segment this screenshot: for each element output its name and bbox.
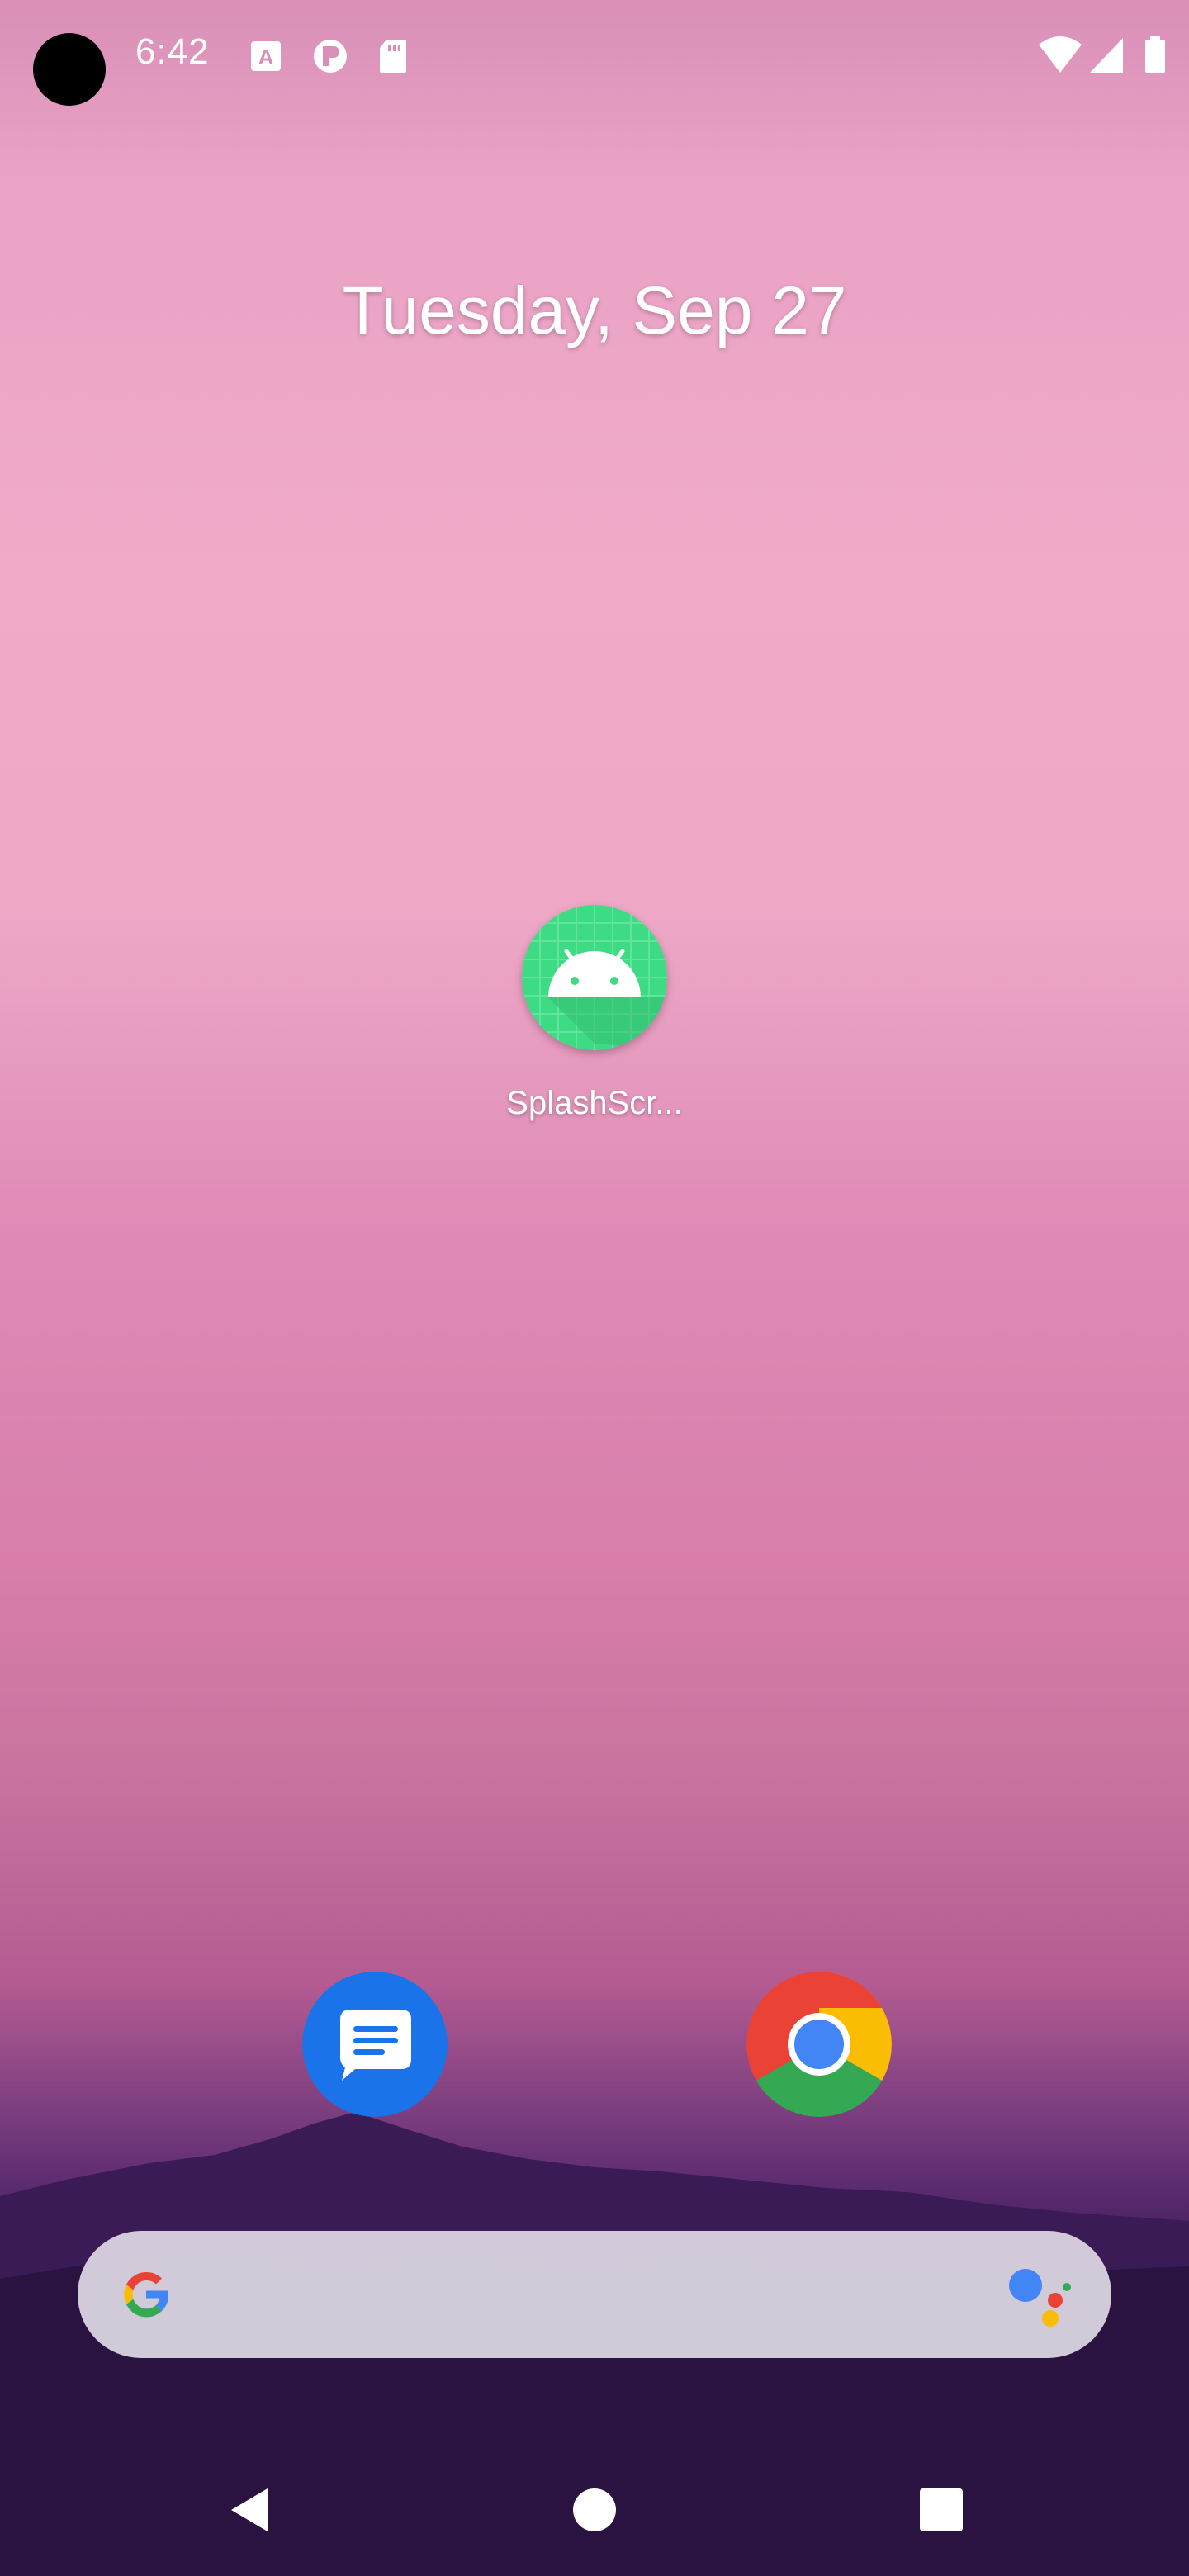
date-widget[interactable]: Tuesday, Sep 27 xyxy=(0,272,1189,350)
status-clock: 6:42 xyxy=(135,31,210,72)
text-a-icon: A xyxy=(251,41,281,71)
home-icon[interactable] xyxy=(553,2469,636,2551)
settings-p-icon xyxy=(314,40,347,73)
navigation-bar xyxy=(0,2444,1189,2576)
assistant-icon[interactable] xyxy=(1007,2262,1073,2328)
app-splashscreen-icon[interactable] xyxy=(522,905,667,1050)
chrome-icon xyxy=(746,1972,892,2117)
android-icon xyxy=(522,905,667,1050)
google-search-bar[interactable] xyxy=(78,2231,1111,2358)
status-bar: 6:42 A xyxy=(0,0,1189,116)
recents-icon[interactable] xyxy=(900,2469,983,2551)
camera-cutout xyxy=(33,33,106,106)
svg-text:A: A xyxy=(258,45,274,69)
dock-chrome-button[interactable] xyxy=(746,1972,892,2117)
sd-card-icon xyxy=(380,40,406,73)
app-splashscreen-label: SplashScr... xyxy=(506,1085,683,1121)
cell-signal-icon xyxy=(1090,38,1123,73)
google-g-icon xyxy=(124,2271,169,2318)
wifi-icon xyxy=(1039,36,1082,73)
back-icon[interactable] xyxy=(206,2469,289,2551)
messages-icon xyxy=(302,1972,448,2117)
battery-icon xyxy=(1145,36,1165,73)
dock-messages-button[interactable] xyxy=(302,1972,448,2117)
